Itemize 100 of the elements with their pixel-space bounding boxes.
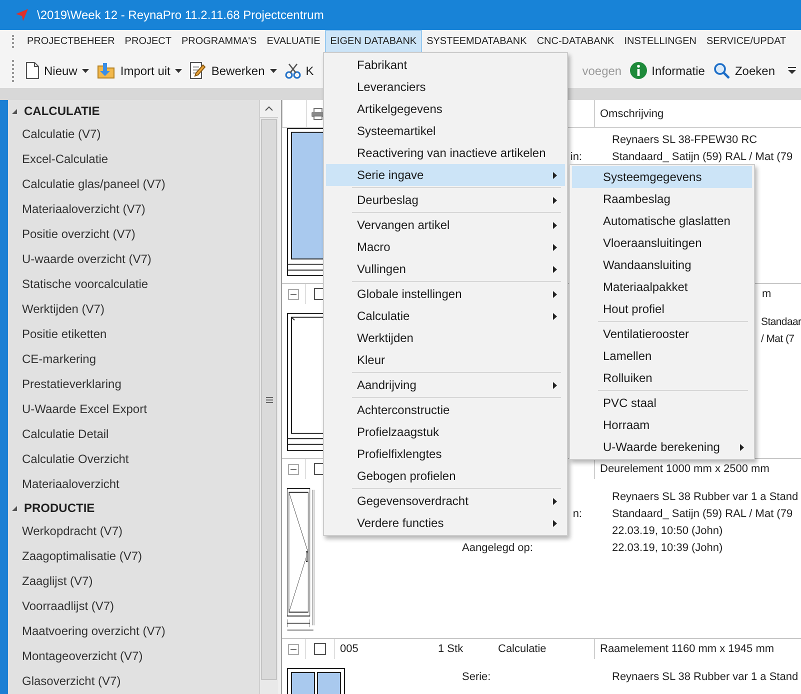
sidebar-item[interactable]: Werkopdracht (V7): [8, 519, 259, 544]
menu-item[interactable]: Automatische glaslatten: [572, 210, 752, 232]
submenu-arrow-icon: [553, 196, 557, 204]
menu-item[interactable]: Vullingen: [326, 258, 565, 280]
menu-item[interactable]: PVC staal: [572, 392, 752, 414]
submenu-arrow-icon: [553, 266, 557, 272]
menu-item[interactable]: Lamellen: [572, 345, 752, 367]
toolbar-button[interactable]: Zoeken: [712, 60, 776, 81]
column-header[interactable]: Omschrijving: [600, 108, 664, 120]
info-icon: [630, 62, 647, 79]
menu-item[interactable]: Artikelgegevens: [326, 98, 565, 120]
menu-item[interactable]: Vloeraansluitingen: [572, 232, 752, 254]
menubar-grip[interactable]: [12, 35, 16, 48]
menu-item[interactable]: Hout profiel: [572, 298, 752, 320]
sidebar-item[interactable]: U-Waarde Excel Export: [8, 397, 259, 422]
submenu-arrow-icon: [553, 244, 557, 250]
sidebar-item[interactable]: Excel-Calculatie: [8, 147, 259, 172]
menu-item[interactable]: Horraam: [572, 414, 752, 436]
menu-bar-item[interactable]: SERVICE/UPDAT: [701, 30, 792, 53]
menu-item[interactable]: Deurbeslag: [326, 189, 565, 211]
menu-item[interactable]: Gebogen profielen: [326, 465, 565, 487]
toolbar-button[interactable]: K: [284, 60, 315, 80]
submenu-arrow-icon: [553, 222, 557, 228]
scroll-up-button[interactable]: [260, 100, 278, 118]
menu-item[interactable]: Fabrikant: [326, 54, 565, 76]
sidebar-item[interactable]: Zaaglijst (V7): [8, 569, 259, 594]
menu-item[interactable]: Kleur: [326, 349, 565, 371]
collapse-icon[interactable]: [288, 288, 299, 300]
sidebar-item[interactable]: Calculatie glas/paneel (V7): [8, 172, 259, 197]
sidebar-item[interactable]: Statische voorcalculatie: [8, 272, 259, 297]
caret-icon: [175, 68, 182, 72]
menu-bar-item[interactable]: SYSTEEMDATABANK: [422, 30, 532, 53]
menu-bar-item[interactable]: CNC-DATABANK: [532, 30, 620, 53]
sidebar-item[interactable]: Materiaaloverzicht: [8, 472, 259, 497]
menu-item[interactable]: Aandrijving: [326, 374, 565, 396]
sidebar-item[interactable]: Maatvoering overzicht (V7): [8, 619, 259, 644]
menu-item[interactable]: Verdere functies: [326, 512, 565, 534]
scrollbar-thumb[interactable]: [261, 119, 277, 680]
sidebar-item[interactable]: Montageoverzicht (V7): [8, 644, 259, 669]
menu-item[interactable]: Reactivering van inactieve artikelen: [326, 142, 565, 164]
menu-bar-item[interactable]: PROGRAMMA'S: [176, 30, 262, 53]
checkbox[interactable]: [314, 643, 326, 655]
overflow-icon[interactable]: [788, 66, 796, 74]
menu-item[interactable]: Calculatie: [326, 305, 565, 327]
menu-item[interactable]: U-Waarde berekening: [572, 436, 752, 458]
sidebar-item[interactable]: Positie etiketten: [8, 322, 259, 347]
sidebar-item[interactable]: Positie overzicht (V7): [8, 222, 259, 247]
field-value: Reynaers SL 38 Rubber var 1 a Stand: [612, 670, 798, 682]
menu-item[interactable]: Vervangen artikel: [326, 214, 565, 236]
group-header[interactable]: PRODUCTIE: [24, 501, 95, 515]
collapse-icon[interactable]: [288, 464, 299, 474]
sidebar-item[interactable]: Materiaaloverzicht (V7): [8, 197, 259, 222]
menu-item[interactable]: Werktijden: [326, 327, 565, 349]
field-value: Reynaers SL 38-FPEW30 RC: [612, 134, 758, 146]
menu-item[interactable]: Systeemgegevens: [572, 166, 752, 188]
sidebar-item[interactable]: CE-markering: [8, 347, 259, 372]
menu-bar-item[interactable]: EVALUATIE: [262, 30, 326, 53]
menu-bar-item[interactable]: EIGEN DATABANK: [325, 30, 422, 53]
menu-item[interactable]: Leveranciers: [326, 76, 565, 98]
sidebar-item[interactable]: Calculatie Detail: [8, 422, 259, 447]
menu-item[interactable]: Gegevensoverdracht: [326, 490, 565, 512]
menu-item[interactable]: Raambeslag: [572, 188, 752, 210]
window-title: \2019\Week 12 - ReynaPro 11.2.11.68 Projectcentrum: [37, 8, 324, 22]
submenu-arrow-icon: [740, 444, 744, 450]
collapse-icon[interactable]: [11, 108, 18, 114]
sidebar-item[interactable]: Glasoverzicht (V7): [8, 669, 259, 694]
menu-item[interactable]: Wandaansluiting: [572, 254, 752, 276]
table-cell: m: [762, 288, 772, 300]
menu-item[interactable]: Serie ingave: [326, 164, 565, 186]
sidebar-item[interactable]: Zaagoptimalisatie (V7): [8, 544, 259, 569]
collapse-icon[interactable]: [288, 644, 299, 654]
menu-bar-item[interactable]: PROJECTBEHEER: [22, 30, 120, 53]
sidebar-item[interactable]: Calculatie Overzicht: [8, 447, 259, 472]
menu-item[interactable]: Globale instellingen: [326, 283, 565, 305]
toolbar-button[interactable]: Informatie: [628, 60, 706, 81]
document-icon: [26, 62, 39, 79]
menu-item[interactable]: Profielzaagstuk: [326, 421, 565, 443]
menu-item[interactable]: Ventilatierooster: [572, 323, 752, 345]
menu-item[interactable]: Systeemartikel: [326, 120, 565, 142]
toolbar-button[interactable]: Bewerken: [189, 60, 278, 81]
sidebar-item[interactable]: Werktijden (V7): [8, 297, 259, 322]
menu-item[interactable]: Achterconstructie: [326, 399, 565, 421]
scrollbar[interactable]: [259, 100, 278, 694]
group-header[interactable]: CALCULATIE: [24, 104, 100, 118]
menu-item[interactable]: Macro: [326, 236, 565, 258]
menu-item[interactable]: Rolluiken: [572, 367, 752, 389]
field-value: / Mat (7: [761, 332, 794, 344]
menu-bar-item[interactable]: PROJECT: [120, 30, 176, 53]
sidebar-item[interactable]: Voorraadlijst (V7): [8, 594, 259, 619]
sidebar-item[interactable]: Calculatie (V7): [8, 122, 259, 147]
menu-item[interactable]: Profielfixlengtes: [326, 443, 565, 465]
sidebar-item[interactable]: U-waarde overzicht (V7): [8, 247, 259, 272]
toolbar-button[interactable]: Nieuw: [25, 60, 90, 81]
sidebar-item[interactable]: Prestatieverklaring: [8, 372, 259, 397]
collapse-icon[interactable]: [11, 504, 18, 512]
toolbar-button[interactable]: Import uit: [96, 60, 184, 81]
menu-item[interactable]: Materiaalpakket: [572, 276, 752, 298]
toolbar-grip[interactable]: [12, 60, 16, 82]
table-cell: Calculatie: [498, 643, 546, 655]
menu-bar-item[interactable]: INSTELLINGEN: [619, 30, 702, 53]
